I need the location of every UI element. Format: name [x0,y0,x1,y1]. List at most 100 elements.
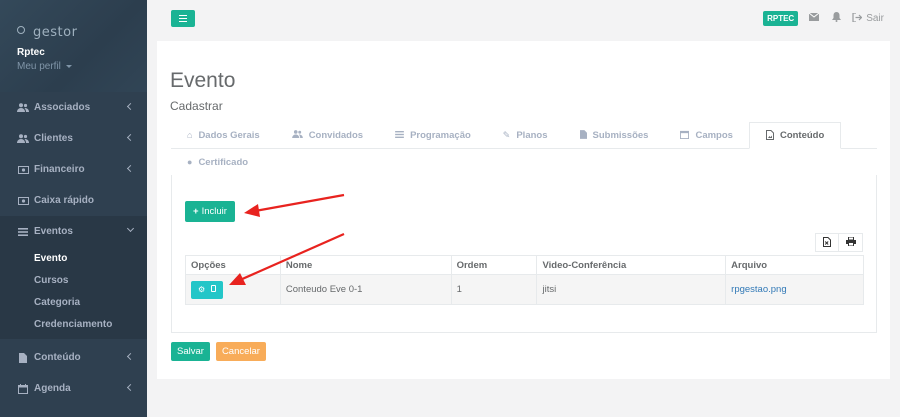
sidebar-subitem-credenciamento[interactable]: Credenciamento [0,313,147,335]
print-button[interactable] [839,233,863,252]
file-icon [17,352,29,363]
money-icon [17,165,29,175]
file-link[interactable]: rpgestao.png [731,284,786,295]
chevron-left-icon [126,352,135,361]
pencil-icon: ✎ [502,129,511,140]
list-icon [17,227,29,237]
sidebar-item-associados[interactable]: Associados [0,92,147,123]
users-icon [17,134,29,144]
include-button[interactable]: + Incluir [185,201,235,222]
tab-campos[interactable]: Campos [664,122,748,148]
profile-menu-label: Meu perfil [17,61,61,72]
content-table: Opções Nome Ordem Video-Conferência Arqu… [185,255,864,305]
sidebar-item-label: Clientes [34,133,73,144]
column-header-ordem: Ordem [450,255,538,275]
logo: gestor [17,14,147,40]
column-header-opcoes: Opções [185,255,281,275]
sidebar-item-label: Agenda [34,383,71,394]
sidebar-item-conteudo[interactable]: Conteúdo [0,342,147,373]
sidebar-item-label: Associados [34,102,91,113]
file-cell: rpgestao.png [725,274,864,305]
column-header-nome: Nome [279,255,452,275]
sidebar-item-label: Conteúdo [34,352,81,363]
logout-label: Sair [866,13,884,24]
users-icon [17,103,29,113]
bell-icon[interactable] [830,12,842,25]
tab-label: Convidados [308,129,364,141]
tab-conteudo[interactable]: Conteúdo [748,122,842,149]
calendar-icon [680,130,690,141]
sidebar-subitem-categoria[interactable]: Categoria [0,291,147,313]
export-excel-button[interactable] [815,233,839,252]
save-button[interactable]: Salvar [171,342,210,361]
column-header-arquivo: Arquivo [725,255,864,275]
sidebar-submenu-eventos: Evento Cursos Categoria Credenciamento [0,247,147,339]
table-row: ⚙ Conteudo Eve 0-1 1 jitsi rpgestao.png [185,274,864,305]
envelope-icon[interactable] [808,12,820,24]
money-icon [17,196,29,206]
name-cell: Conteudo Eve 0-1 [279,274,452,305]
tab-certificado[interactable]: ● Certificado [171,149,264,175]
logo-text: gestor [33,25,78,40]
form-actions: Salvar Cancelar [171,342,266,361]
hamburger-icon [179,20,187,23]
tab-label: Programação [410,129,471,141]
tab-row-2: ● Certificado [171,149,877,175]
tab-planos[interactable]: ✎ Planos [487,122,564,148]
sidebar-item-eventos[interactable]: Eventos [0,216,147,247]
sidebar-item-label: Eventos [34,226,73,237]
top-navbar: RPTEC Sair [147,0,900,40]
page-subtitle: Cadastrar [170,99,223,113]
gear-icon: ⚙ [198,285,206,294]
chevron-left-icon [126,133,135,142]
chevron-left-icon [126,164,135,173]
sidebar-subitem-evento[interactable]: Evento [0,247,147,269]
tab-label: Certificado [198,156,249,168]
tab-label: Conteúdo [779,130,825,141]
tab-submissoes[interactable]: Submissões [564,122,665,148]
tab-label: Planos [516,129,548,141]
hamburger-icon [179,14,187,17]
logo-icon [17,26,31,40]
sidebar-item-financeiro[interactable]: Financeiro [0,154,147,185]
tab-row: ⌂ Dados Gerais Convidados Programação ✎ Pl… [171,122,877,149]
users-icon [291,130,303,140]
options-cell: ⚙ [185,274,281,305]
include-label: Incluir [201,206,227,217]
profile-menu-toggle[interactable]: Meu perfil [17,61,147,72]
file-excel-icon [823,236,831,249]
plus-icon: + [193,206,199,217]
row-options-button[interactable]: ⚙ [191,280,224,299]
sign-out-icon [852,11,863,25]
chevron-down-icon [126,224,135,233]
caret-down-icon [65,64,72,68]
hamburger-icon [179,17,187,20]
content-card: Evento Cadastrar ⌂ Dados Gerais Convidado… [157,41,890,379]
sidebar-item-caixa-rapido[interactable]: Caixa rápido [0,185,147,216]
tab-convidados[interactable]: Convidados [276,122,379,148]
mobile-icon [211,285,217,294]
tab-programacao[interactable]: Programação [379,122,487,148]
page-title: Evento [170,69,236,92]
logout-link[interactable]: Sair [852,11,884,25]
company-badge[interactable]: RPTEC [763,11,799,26]
tab-label: Submissões [592,129,649,141]
sidebar-toggle-button[interactable] [171,10,195,27]
chevron-left-icon [126,102,135,111]
top-right-actions: RPTEC Sair [763,11,884,26]
user-name: Rptec [17,47,45,58]
profile-header: gestor Rptec Meu perfil [0,0,147,92]
tab-bar: ⌂ Dados Gerais Convidados Programação ✎ Pl… [171,122,877,175]
sidebar: gestor Rptec Meu perfil Associados Clien… [0,0,147,417]
video-cell: jitsi [536,274,727,305]
table-tools [815,233,863,252]
sidebar-subitem-cursos[interactable]: Cursos [0,269,147,291]
print-icon [845,236,856,248]
sidebar-item-agenda[interactable]: Agenda [0,373,147,404]
chevron-left-icon [126,383,135,392]
sidebar-item-clientes[interactable]: Clientes [0,123,147,154]
list-icon [395,130,404,140]
tab-dados-gerais[interactable]: ⌂ Dados Gerais [171,122,276,148]
tab-label: Dados Gerais [198,129,260,141]
cancel-button[interactable]: Cancelar [215,342,266,361]
